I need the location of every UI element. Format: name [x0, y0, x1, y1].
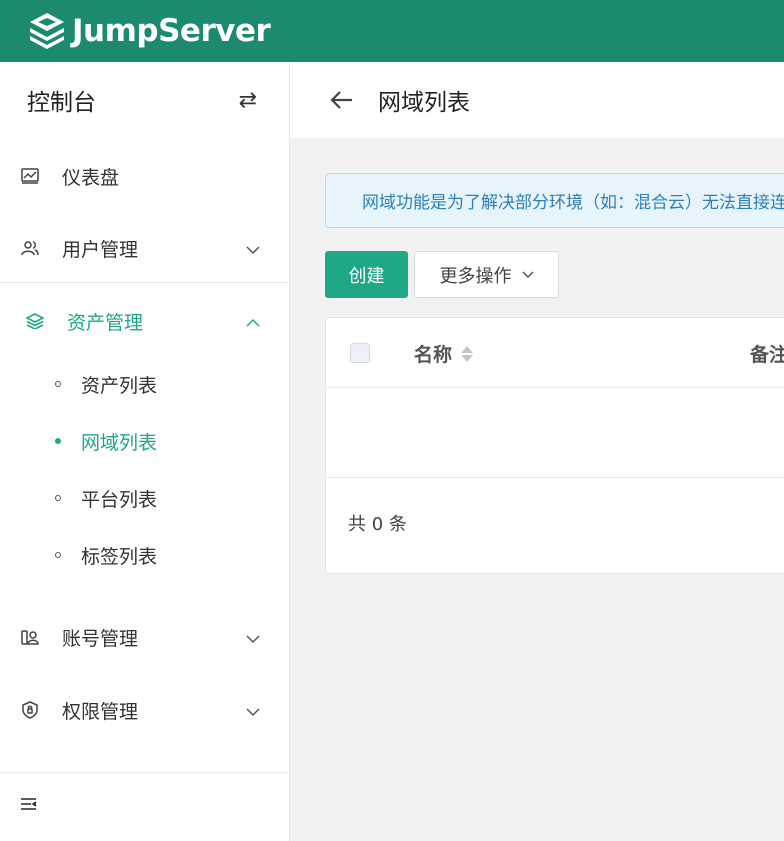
sidebar-item-label: 用户管理 [62, 238, 139, 261]
sidebar-subitem-label: 标签列表 [81, 545, 158, 568]
back-arrow-icon[interactable] [330, 90, 354, 110]
pagination-total: 共 0 条 [348, 514, 407, 535]
top-bar: JumpServer [0, 0, 784, 62]
sidebar-item-label: 资产管理 [67, 311, 144, 334]
bullet-icon [55, 495, 61, 501]
switch-view-icon[interactable]: ⇄ [239, 88, 257, 113]
sidebar-item-permissions[interactable]: 权限管理 [0, 690, 290, 730]
sidebar-header: 控制台 ⇄ [0, 62, 289, 138]
brand-name[interactable]: JumpServer [72, 13, 271, 49]
table-header: 名称 备注 [326, 318, 784, 388]
column-label: 名称 [414, 344, 453, 366]
sidebar-item-dashboard[interactable]: 仪表盘 [0, 156, 290, 196]
sort-icon[interactable] [460, 345, 474, 363]
page-title: 网域列表 [378, 90, 470, 116]
sidebar-divider [0, 282, 290, 283]
chevron-up-icon [246, 311, 260, 333]
layers-icon [25, 313, 45, 329]
info-alert: 网域功能是为了解决部分环境（如：混合云）无法直接连接 [325, 173, 784, 228]
column-header-remark: 备注 [750, 344, 784, 366]
sidebar-subitem-platform-list[interactable]: 平台列表 [0, 480, 290, 516]
sidebar-subitem-label: 资产列表 [81, 374, 158, 397]
users-icon [20, 240, 40, 256]
bullet-icon [55, 552, 61, 558]
sidebar-subitem-label: 平台列表 [81, 488, 158, 511]
sidebar-item-assets[interactable]: 资产管理 [0, 301, 290, 341]
sidebar-title: 控制台 [27, 90, 96, 116]
sidebar-item-label: 仪表盘 [62, 166, 120, 189]
chevron-down-icon [521, 270, 534, 278]
bullet-icon [55, 438, 61, 444]
sidebar-subitem-label-list[interactable]: 标签列表 [0, 537, 290, 573]
chevron-down-icon [246, 700, 260, 722]
select-all-checkbox[interactable] [350, 343, 370, 363]
alert-text: 网域功能是为了解决部分环境（如：混合云）无法直接连接 [362, 193, 784, 213]
more-actions-label: 更多操作 [439, 265, 512, 286]
create-button[interactable]: 创建 [325, 251, 408, 298]
shield-icon [20, 701, 40, 719]
sidebar-item-label: 权限管理 [62, 700, 139, 723]
account-icon [20, 629, 40, 645]
sidebar-divider [0, 772, 290, 773]
sidebar-item-accounts[interactable]: 账号管理 [0, 617, 290, 657]
chevron-down-icon [246, 238, 260, 260]
domain-table: 名称 备注 共 0 条 [325, 317, 784, 574]
sidebar-subitem-label: 网域列表 [81, 431, 158, 454]
sidebar-item-users[interactable]: 用户管理 [0, 228, 290, 268]
dashboard-icon [20, 168, 40, 184]
column-header-name[interactable]: 名称 [414, 340, 474, 367]
sidebar-subitem-domain-list[interactable]: 网域列表 [0, 423, 290, 459]
table-body-empty [326, 388, 784, 478]
sidebar-subitem-asset-list[interactable]: 资产列表 [0, 366, 290, 402]
sidebar-item-label: 账号管理 [62, 627, 139, 650]
page-header: 网域列表 [290, 62, 784, 138]
bullet-icon [55, 381, 61, 387]
jumpserver-logo-icon[interactable] [26, 10, 68, 52]
chevron-down-icon [246, 627, 260, 649]
collapse-sidebar-icon[interactable] [20, 796, 38, 816]
more-actions-button[interactable]: 更多操作 [414, 251, 559, 298]
